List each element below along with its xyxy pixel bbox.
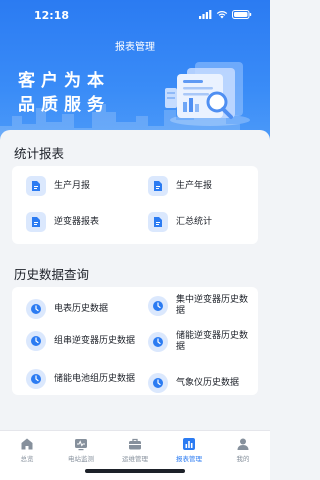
history-item-meter[interactable]: 电表历史数据 xyxy=(26,299,136,319)
wifi-icon xyxy=(216,10,228,19)
tab-operations[interactable]: 运维管理 xyxy=(108,437,162,463)
tab-reports[interactable]: 报表管理 xyxy=(162,437,216,463)
monitor-icon xyxy=(75,439,87,451)
history-item-label: 组串逆变器历史数据 xyxy=(54,335,136,346)
stats-item-label: 汇总统计 xyxy=(176,216,213,227)
document-icon xyxy=(148,176,168,196)
clock-icon xyxy=(26,331,46,351)
history-item-weather[interactable]: 气象仪历史数据 xyxy=(148,373,258,393)
briefcase-icon xyxy=(129,438,141,450)
home-indicator xyxy=(85,469,185,473)
tab-label: 总览 xyxy=(20,455,34,463)
tab-label: 电站监测 xyxy=(68,455,94,463)
section-title-stats: 统计报表 xyxy=(14,146,65,161)
tab-label: 运维管理 xyxy=(122,455,148,463)
history-item-label: 储能电池组历史数据 xyxy=(54,373,136,384)
stats-item-yearly[interactable]: 生产年报 xyxy=(148,176,212,196)
history-item-storage-battery[interactable]: 储能电池组历史数据 xyxy=(26,369,136,389)
slogan-line-1: 客户为本 xyxy=(18,71,110,91)
history-item-label: 气象仪历史数据 xyxy=(176,377,240,388)
section-title-history: 历史数据查询 xyxy=(14,267,90,282)
clock-icon xyxy=(148,373,168,393)
bar-chart-icon xyxy=(183,438,195,450)
document-icon xyxy=(148,212,168,232)
history-item-label: 电表历史数据 xyxy=(54,303,109,314)
history-item-central-inverter[interactable]: 集中逆变器历史数据 xyxy=(148,295,254,317)
tab-mine[interactable]: 我的 xyxy=(216,437,270,463)
signal-icon xyxy=(199,10,212,19)
report-illustration xyxy=(165,62,250,126)
stats-item-monthly[interactable]: 生产月报 xyxy=(26,176,90,196)
document-icon xyxy=(26,212,46,232)
battery-icon xyxy=(232,10,252,19)
history-item-string-inverter[interactable]: 组串逆变器历史数据 xyxy=(26,331,136,351)
status-icons xyxy=(199,10,252,19)
clock-icon xyxy=(148,332,168,352)
document-icon xyxy=(26,176,46,196)
home-icon xyxy=(21,438,33,450)
tab-label: 报表管理 xyxy=(176,455,202,463)
tab-station-monitoring[interactable]: 电站监测 xyxy=(54,437,108,463)
tab-overview[interactable]: 总览 xyxy=(0,437,54,463)
history-item-label: 储能逆变器历史数据 xyxy=(176,331,249,352)
status-bar: 12:18 xyxy=(0,0,270,32)
status-time: 12:18 xyxy=(34,9,70,22)
stats-panel: 生产月报 生产年报 逆变器报表 汇总统计 xyxy=(12,166,258,244)
user-icon xyxy=(237,438,249,450)
tab-label: 我的 xyxy=(236,455,250,463)
stats-item-inverter-report[interactable]: 逆变器报表 xyxy=(26,212,99,232)
clock-icon xyxy=(26,299,46,319)
stats-item-label: 逆变器报表 xyxy=(54,216,100,227)
history-item-label: 集中逆变器历史数据 xyxy=(176,295,249,316)
history-item-storage-inverter[interactable]: 储能逆变器历史数据 xyxy=(148,331,254,353)
stats-item-label: 生产年报 xyxy=(176,180,213,191)
history-panel: 电表历史数据 集中逆变器历史数据 组串逆变器历史数据 储能逆变器历史数据 储能电… xyxy=(12,287,258,395)
slogan-line-2: 品质服务 xyxy=(18,95,110,115)
stats-item-summary[interactable]: 汇总统计 xyxy=(148,212,212,232)
stats-item-label: 生产月报 xyxy=(54,180,91,191)
page-title: 报表管理 xyxy=(115,42,155,53)
clock-icon xyxy=(148,296,168,316)
clock-icon xyxy=(26,369,46,389)
